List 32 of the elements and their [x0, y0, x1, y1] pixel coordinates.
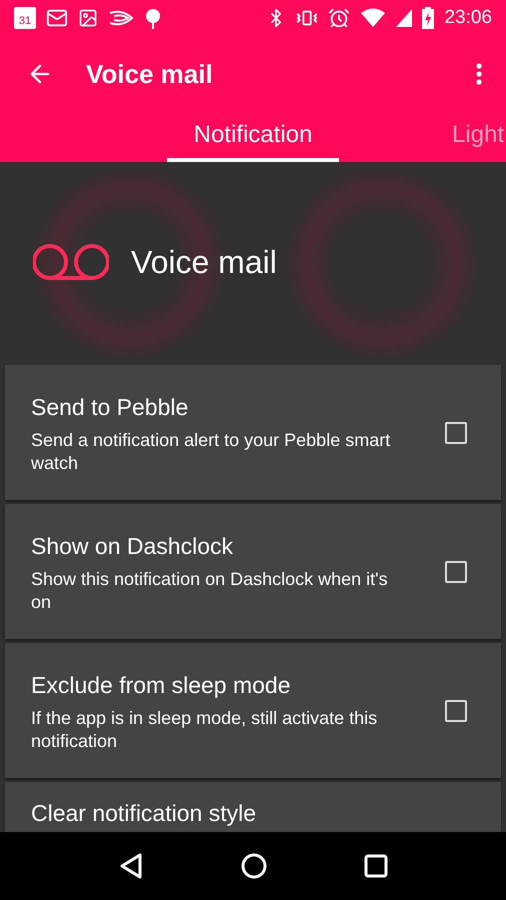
wifi-icon [360, 8, 386, 28]
header-title: Voice mail [131, 243, 277, 282]
voicemail-icon [33, 244, 109, 280]
back-nav-button[interactable] [118, 852, 144, 880]
setting-title: Show on Dashclock [31, 532, 234, 562]
image-icon [78, 8, 98, 28]
recents-button[interactable] [364, 854, 388, 878]
swirl-icon [108, 9, 134, 27]
more-icon [476, 63, 482, 85]
checkbox[interactable] [445, 560, 467, 582]
setting-title: Exclude from sleep mode [31, 671, 292, 700]
checkbox[interactable] [445, 422, 467, 444]
home-button[interactable] [240, 852, 268, 880]
calendar-day: 31 [18, 16, 32, 27]
clock-time: 23:06 [444, 6, 492, 30]
setting-title: Send to Pebble [31, 393, 190, 422]
setting-description: Show this notification on Dashclock when it's on [31, 568, 389, 614]
setting-card[interactable]: Exclude from sleep mode If the app is in sleep mode, still activate this notification [5, 643, 501, 778]
setting-description: If the app is in sleep mode, still activate this notification [31, 706, 378, 753]
alarm-icon [328, 7, 350, 29]
overflow-menu-button[interactable] [476, 63, 482, 85]
setting-title: Clear notification style [31, 798, 257, 828]
setting-card[interactable]: Clear notification style [5, 782, 501, 832]
setting-card[interactable]: Show on Dashclock Show this notification on Dashclock when it's on [5, 504, 501, 639]
signal-icon [396, 9, 412, 27]
checkbox[interactable] [445, 700, 467, 722]
mail-icon [46, 7, 68, 29]
tab[interactable]: Notification [167, 112, 339, 162]
app-bar-title: Voice mail [86, 58, 214, 90]
setting-card[interactable]: Send to Pebble Send a notification alert to your Pebble smart watch [5, 365, 501, 500]
setting-description: Send a notification alert to your Pebble smart watch [31, 428, 392, 475]
battery-icon [422, 7, 434, 29]
